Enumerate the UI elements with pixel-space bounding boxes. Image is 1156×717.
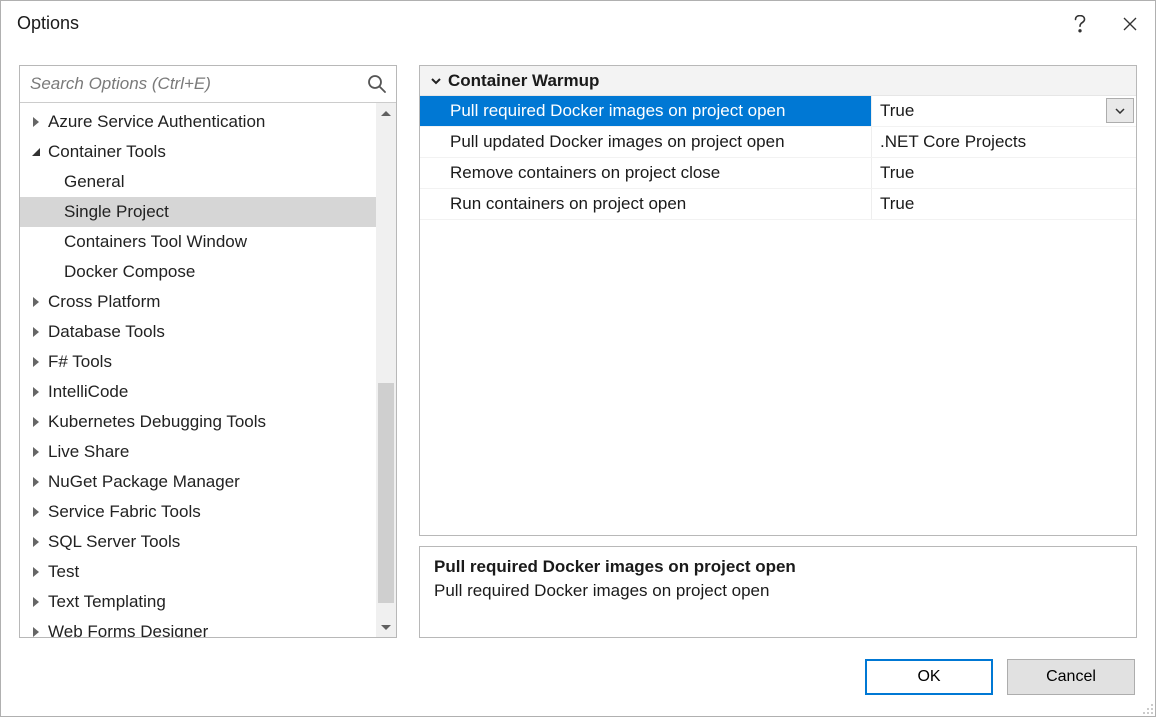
tree-item-label: Docker Compose <box>64 262 195 282</box>
help-icon <box>1073 15 1087 33</box>
tree-item[interactable]: Kubernetes Debugging Tools <box>20 407 376 437</box>
tree-item[interactable]: Live Share <box>20 437 376 467</box>
tree-item[interactable]: Web Forms Designer <box>20 617 376 637</box>
resize-grip-icon[interactable] <box>1140 701 1154 715</box>
expander-closed-icon[interactable] <box>28 384 44 400</box>
tree-item[interactable]: Docker Compose <box>20 257 376 287</box>
expander-closed-icon[interactable] <box>28 534 44 550</box>
expander-closed-icon[interactable] <box>28 564 44 580</box>
tree-item[interactable]: Single Project <box>20 197 376 227</box>
expander-closed-icon[interactable] <box>28 354 44 370</box>
tree-item-label: Web Forms Designer <box>48 622 208 637</box>
property-value[interactable]: .NET Core Projects <box>872 127 1136 157</box>
tree-wrap: Azure Service Authentication Container To… <box>20 103 396 637</box>
property-description: Pull required Docker images on project o… <box>419 546 1137 638</box>
tree-item-label: Single Project <box>64 202 169 222</box>
chevron-down-icon <box>1115 108 1125 114</box>
property-category[interactable]: Container Warmup <box>420 66 1136 96</box>
tree-item-label: General <box>64 172 124 192</box>
property-category-label: Container Warmup <box>448 71 599 91</box>
tree-item[interactable]: F# Tools <box>20 347 376 377</box>
expander-closed-icon[interactable] <box>28 504 44 520</box>
tree-item-label: F# Tools <box>48 352 112 372</box>
tree-item-label: NuGet Package Manager <box>48 472 240 492</box>
tree-item[interactable]: NuGet Package Manager <box>20 467 376 497</box>
search-input[interactable] <box>30 74 366 94</box>
property-value[interactable]: True <box>872 189 1136 219</box>
tree-item-label: Text Templating <box>48 592 166 612</box>
tree-item[interactable]: Database Tools <box>20 317 376 347</box>
property-name: Run containers on project open <box>420 189 872 219</box>
tree-item[interactable]: Service Fabric Tools <box>20 497 376 527</box>
tree-item[interactable]: General <box>20 167 376 197</box>
tree-item-label: Azure Service Authentication <box>48 112 265 132</box>
help-button[interactable] <box>1055 1 1105 47</box>
expander-closed-icon[interactable] <box>28 324 44 340</box>
tree-item-label: Test <box>48 562 79 582</box>
search-row <box>20 66 396 103</box>
tree-item-label: Container Tools <box>48 142 166 162</box>
expander-closed-icon[interactable] <box>28 294 44 310</box>
expander-closed-icon[interactable] <box>28 594 44 610</box>
options-main: Container Warmup Pull required Docker im… <box>419 65 1137 638</box>
window-title: Options <box>17 13 79 34</box>
dropdown-button[interactable] <box>1106 98 1134 123</box>
tree-item[interactable]: Test <box>20 557 376 587</box>
property-row[interactable]: Run containers on project open True <box>420 189 1136 220</box>
property-value-text: True <box>880 163 914 183</box>
tree-item-label: Cross Platform <box>48 292 160 312</box>
expander-closed-icon[interactable] <box>28 444 44 460</box>
cancel-button[interactable]: Cancel <box>1007 659 1135 695</box>
dialog-footer: OK Cancel <box>1 638 1155 716</box>
options-tree[interactable]: Azure Service Authentication Container To… <box>20 103 376 637</box>
tree-item-label: Live Share <box>48 442 129 462</box>
dialog-body: Azure Service Authentication Container To… <box>1 47 1155 638</box>
tree-item[interactable]: Container Tools <box>20 137 376 167</box>
tree-scrollbar[interactable] <box>376 103 396 637</box>
search-icon[interactable] <box>366 73 388 95</box>
tree-item[interactable]: Azure Service Authentication <box>20 107 376 137</box>
description-body: Pull required Docker images on project o… <box>434 581 1122 601</box>
tree-item[interactable]: Cross Platform <box>20 287 376 317</box>
expander-closed-icon[interactable] <box>28 474 44 490</box>
ok-button[interactable]: OK <box>865 659 993 695</box>
property-value[interactable]: True <box>872 96 1136 126</box>
property-row[interactable]: Pull updated Docker images on project op… <box>420 127 1136 158</box>
property-name: Pull updated Docker images on project op… <box>420 127 872 157</box>
close-icon <box>1123 17 1137 31</box>
tree-item[interactable]: Containers Tool Window <box>20 227 376 257</box>
tree-item-label: Service Fabric Tools <box>48 502 201 522</box>
expander-open-icon[interactable] <box>28 144 44 160</box>
scroll-thumb[interactable] <box>378 383 394 603</box>
property-row[interactable]: Remove containers on project close True <box>420 158 1136 189</box>
tree-item-label: Containers Tool Window <box>64 232 247 252</box>
expander-closed-icon[interactable] <box>28 114 44 130</box>
tree-item-label: Kubernetes Debugging Tools <box>48 412 266 432</box>
property-grid[interactable]: Container Warmup Pull required Docker im… <box>419 65 1137 536</box>
chevron-down-icon[interactable] <box>426 71 446 91</box>
scroll-up-icon[interactable] <box>376 103 396 123</box>
tree-item[interactable]: IntelliCode <box>20 377 376 407</box>
tree-item-label: Database Tools <box>48 322 165 342</box>
expander-closed-icon[interactable] <box>28 624 44 637</box>
property-name: Pull required Docker images on project o… <box>420 96 872 126</box>
options-sidebar: Azure Service Authentication Container To… <box>19 65 397 638</box>
tree-item[interactable]: SQL Server Tools <box>20 527 376 557</box>
tree-item-label: SQL Server Tools <box>48 532 180 552</box>
close-button[interactable] <box>1105 1 1155 47</box>
property-value[interactable]: True <box>872 158 1136 188</box>
scroll-down-icon[interactable] <box>376 617 396 637</box>
expander-closed-icon[interactable] <box>28 414 44 430</box>
titlebar: Options <box>1 1 1155 47</box>
tree-item-label: IntelliCode <box>48 382 128 402</box>
property-value-text: True <box>880 101 914 121</box>
property-value-text: .NET Core Projects <box>880 132 1026 152</box>
description-title: Pull required Docker images on project o… <box>434 557 1122 577</box>
property-name: Remove containers on project close <box>420 158 872 188</box>
property-row[interactable]: Pull required Docker images on project o… <box>420 96 1136 127</box>
property-value-text: True <box>880 194 914 214</box>
tree-item[interactable]: Text Templating <box>20 587 376 617</box>
